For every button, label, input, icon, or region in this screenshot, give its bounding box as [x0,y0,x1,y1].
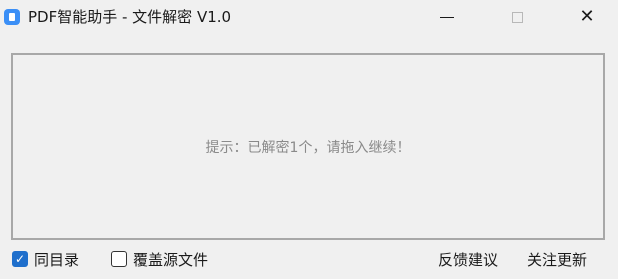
overwrite-source-checkbox[interactable]: 覆盖源文件 [111,248,208,270]
minimize-button[interactable] [424,0,470,34]
close-icon: ✕ [579,6,595,27]
overwrite-source-label: 覆盖源文件 [133,250,209,269]
follow-update-link[interactable]: 关注更新 [527,248,587,270]
window-title: PDF智能助手 - 文件解密 V1.0 [28,8,232,26]
app-icon [4,9,20,25]
app-window: PDF智能助手 - 文件解密 V1.0 ✕ 提示：已解密1个，请拖入继续！ ✓ … [0,0,618,279]
maximize-button[interactable] [494,0,540,34]
drop-hint-text: 提示：已解密1个，请拖入继续！ [205,140,411,156]
feedback-link[interactable]: 反馈建议 [438,248,498,270]
checkbox-unchecked-icon[interactable] [111,251,127,267]
close-button[interactable]: ✕ [564,0,610,34]
checkbox-checked-icon[interactable]: ✓ [12,251,28,267]
title-bar[interactable]: PDF智能助手 - 文件解密 V1.0 ✕ [0,0,618,34]
minimize-icon [440,16,454,18]
check-mark-icon: ✓ [14,252,26,266]
same-directory-checkbox[interactable]: ✓ 同目录 [12,248,79,270]
file-drop-area[interactable]: 提示：已解密1个，请拖入继续！ [11,53,605,240]
same-directory-label: 同目录 [34,250,80,269]
maximize-icon [511,11,523,23]
